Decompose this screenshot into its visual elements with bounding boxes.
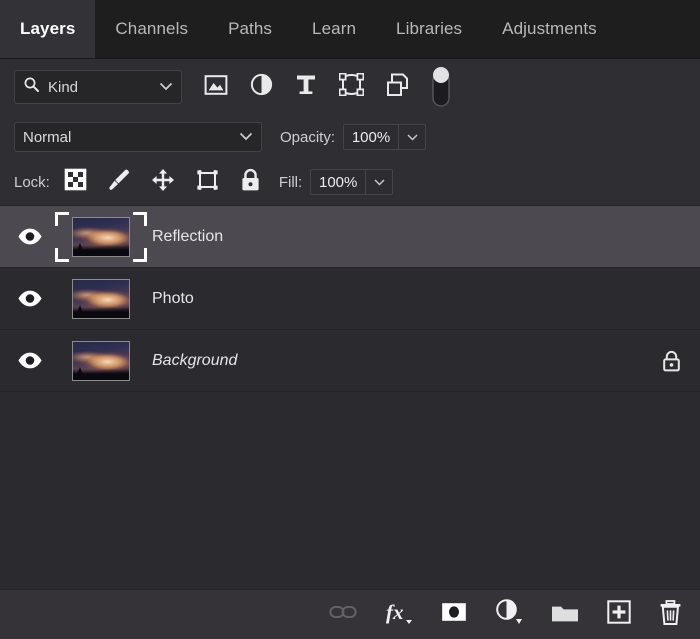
layer-name[interactable]: Background [142,352,656,370]
blend-mode-row: Normal Opacity: 100% [0,115,700,159]
opacity-slider-chevron-down-icon[interactable] [398,125,425,149]
tab-learn-label: Learn [312,19,357,38]
layer-visibility-eye-icon[interactable] [0,228,60,245]
layer-thumbnail-image [72,216,130,257]
lock-image-pixels-icon[interactable] [107,168,131,197]
filter-kind-label: Kind [48,78,79,96]
layer-thumbnail[interactable] [55,211,147,262]
chevron-down-icon [239,128,253,146]
filter-pixel-layers-icon[interactable] [204,74,228,101]
svg-text:fx: fx [386,600,404,624]
lock-all-icon[interactable] [240,168,261,197]
fill-label: Fill: [278,173,303,191]
fill-field[interactable]: 100% [310,169,394,195]
lock-row: Lock: Fill: 100% [0,159,700,206]
layer-thumbnail-image [72,278,130,319]
table-row[interactable]: Background [0,330,700,392]
add-layer-mask-button[interactable] [441,602,467,627]
filter-kind-dropdown[interactable]: Kind [14,70,182,104]
tab-layers-label: Layers [20,19,76,38]
tab-channels-label: Channels [115,19,189,38]
delete-layer-button[interactable] [659,599,682,630]
tab-layers[interactable]: Layers [0,0,96,58]
lock-icons [64,168,261,197]
tab-adjustments-label: Adjustments [502,19,597,38]
lock-position-icon[interactable] [151,168,175,197]
layer-name[interactable]: Reflection [142,228,656,246]
filter-type-icons [204,72,409,102]
opacity-field[interactable]: 100% [343,124,427,150]
filter-smart-object-layers-icon[interactable] [386,73,409,102]
layer-thumbnail[interactable] [60,278,142,319]
filter-adjustment-layers-icon[interactable] [250,73,273,101]
tab-libraries[interactable]: Libraries [376,0,482,58]
layer-filter-row: Kind [0,59,700,115]
layer-visibility-eye-icon[interactable] [0,290,60,307]
table-row[interactable]: Photo [0,268,700,330]
tab-adjustments[interactable]: Adjustments [482,0,617,58]
panel-tab-bar: Layers Channels Paths Learn Libraries Ad… [0,0,700,59]
new-layer-button[interactable] [607,600,631,629]
layer-name[interactable]: Photo [142,290,656,308]
layers-panel-toolbar: fx [0,589,700,639]
layer-style-button[interactable]: fx [385,599,413,630]
blend-mode-value: Normal [23,128,72,146]
layer-locked-indicator[interactable] [656,350,686,372]
search-icon [23,76,40,98]
opacity-value[interactable]: 100% [344,125,398,149]
opacity-label: Opacity: [280,128,336,146]
filter-type-layers-icon[interactable] [295,73,317,101]
tab-channels[interactable]: Channels [95,0,208,58]
tab-paths[interactable]: Paths [208,0,292,58]
layer-visibility-eye-icon[interactable] [0,352,60,369]
blend-mode-dropdown[interactable]: Normal [14,122,262,152]
tab-paths-label: Paths [228,19,273,38]
lock-icon [662,350,680,371]
tab-learn[interactable]: Learn [292,0,376,58]
chevron-down-icon [159,78,173,96]
filter-enable-toggle[interactable] [429,66,453,108]
lock-artboard-nesting-icon[interactable] [195,168,220,197]
layers-panel: Layers Channels Paths Learn Libraries Ad… [0,0,700,639]
layer-thumbnail-image [72,340,130,381]
new-group-button[interactable] [551,602,579,628]
layer-list[interactable]: Reflection Photo Background [0,206,700,589]
fill-slider-chevron-down-icon[interactable] [365,170,392,194]
lock-transparent-pixels-icon[interactable] [64,168,87,196]
lock-label: Lock: [14,173,50,191]
table-row[interactable]: Reflection [0,206,700,268]
link-layers-button[interactable] [329,603,357,626]
new-adjustment-layer-button[interactable] [495,599,523,630]
fill-value[interactable]: 100% [311,170,365,194]
filter-shape-layers-icon[interactable] [338,72,365,101]
tab-libraries-label: Libraries [396,19,463,38]
layer-thumbnail[interactable] [60,340,142,381]
